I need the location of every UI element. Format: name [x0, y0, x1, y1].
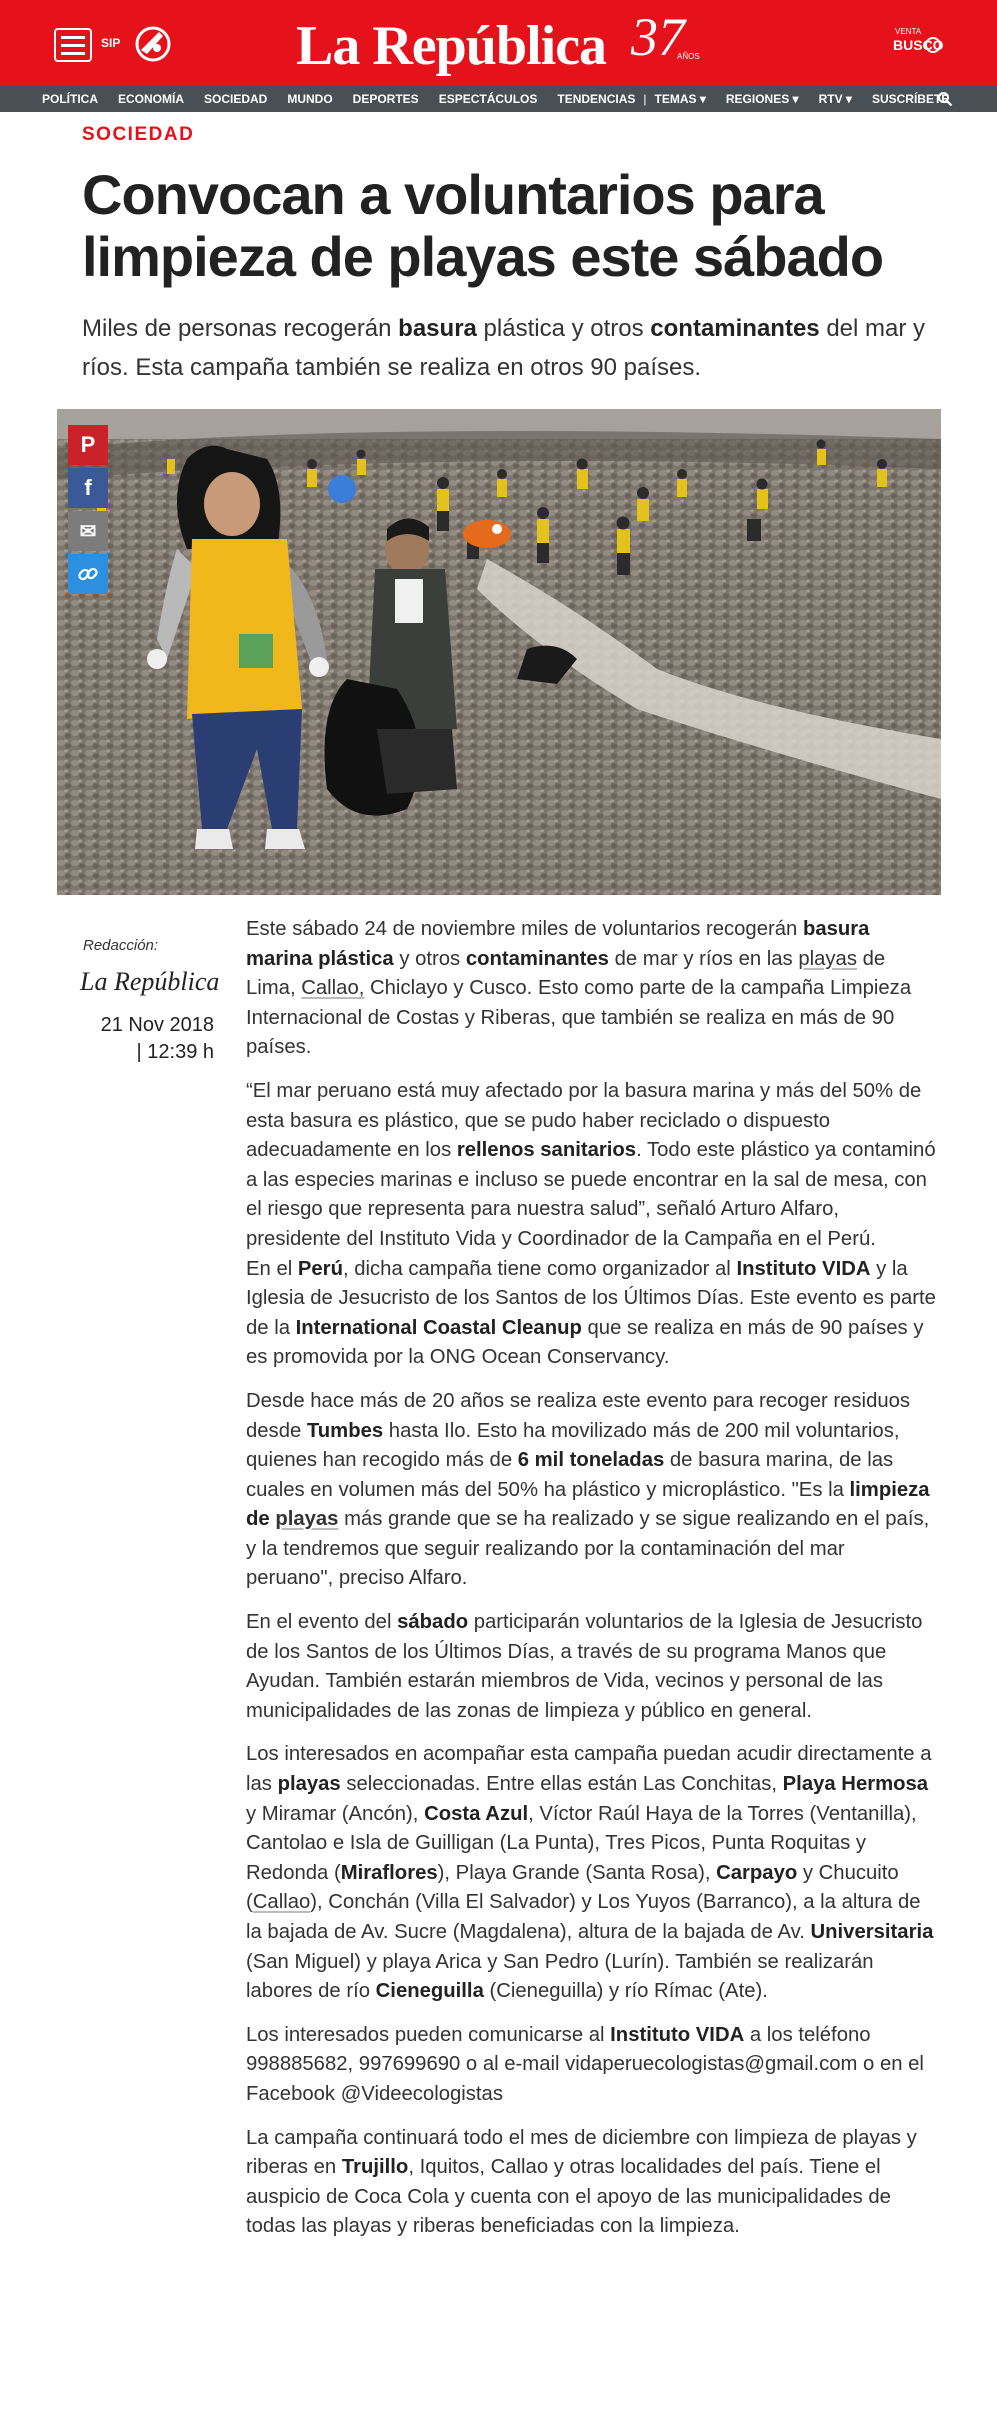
- publish-date: 21 Nov 2018: [100, 1014, 214, 1036]
- busco-small: VENTA: [895, 27, 922, 36]
- byline-author[interactable]: La República: [80, 967, 219, 997]
- article-title: Convocan a voluntarios para limpieza de …: [82, 163, 884, 288]
- nav-separator: |: [643, 92, 647, 106]
- nav-item-sociedad[interactable]: SOCIEDAD: [204, 92, 267, 106]
- paragraph-2: “El mar peruano está muy afectado por la…: [246, 1079, 936, 1250]
- callao-link-2[interactable]: Callao: [253, 1891, 311, 1913]
- paragraph-8: La campaña continuará todo el mes de dic…: [246, 2126, 917, 2238]
- paragraph-4: Desde hace más de 20 años se realiza est…: [246, 1389, 930, 1590]
- callao-link[interactable]: Callao,: [301, 977, 364, 999]
- site-logo[interactable]: La República: [296, 14, 607, 78]
- paragraph-5: En el evento del sábado participarán vol…: [246, 1611, 923, 1722]
- search-icon[interactable]: [937, 91, 953, 107]
- nav-item-politica[interactable]: POLÍTICA: [42, 92, 98, 106]
- playas-link-2[interactable]: playas: [275, 1508, 338, 1530]
- main-nav: POLÍTICA ECONOMÍA SOCIEDAD MUNDO DEPORTE…: [0, 86, 997, 112]
- busco-search-icon: [925, 37, 941, 53]
- nav-item-rtv[interactable]: RTV ▾: [819, 92, 852, 106]
- nav-item-temas[interactable]: TEMAS ▾: [655, 92, 706, 106]
- busco-logo[interactable]: VENTA BUSCO: [889, 24, 949, 62]
- hero-photo: [57, 409, 941, 895]
- section-label[interactable]: SOCIEDAD: [82, 124, 194, 146]
- pinterest-share-button[interactable]: P: [68, 425, 108, 465]
- email-icon: ✉: [79, 520, 97, 543]
- nav-item-tendencias[interactable]: TENDENCIAS: [557, 92, 635, 106]
- article-lead: Miles de personas recogerán basura plást…: [82, 315, 926, 381]
- facebook-icon: f: [84, 475, 92, 500]
- publish-time: | 12:39 h: [136, 1041, 214, 1063]
- email-share-button[interactable]: ✉: [68, 511, 108, 551]
- paragraph-3: En el Perú, dicha campaña tiene como org…: [246, 1257, 936, 1369]
- byline-label: Redacción:: [83, 937, 159, 954]
- hamburger-menu-button[interactable]: [54, 28, 92, 62]
- anniversary-label: AÑOS: [677, 52, 700, 61]
- article-body: Este sábado 24 de noviembre miles de vol…: [246, 915, 936, 2256]
- nav-item-economia[interactable]: ECONOMÍA: [118, 92, 184, 106]
- playas-link[interactable]: playas: [798, 948, 857, 970]
- pinterest-icon: P: [80, 432, 96, 457]
- paragraph-7: Los interesados pueden comunicarse al In…: [246, 2023, 924, 2105]
- emblem-icon[interactable]: [133, 24, 173, 64]
- site-header: SIP La República 37 AÑOS VENTA BUSCO: [0, 0, 997, 86]
- paragraph-6: Los interesados en acompañar esta campañ…: [246, 1743, 934, 2003]
- nav-item-deportes[interactable]: DEPORTES: [353, 92, 419, 106]
- link-icon: [78, 567, 98, 581]
- copy-link-button[interactable]: [68, 554, 108, 594]
- nav-item-espectaculos[interactable]: ESPECTÁCULOS: [439, 92, 538, 106]
- nav-item-regiones[interactable]: REGIONES ▾: [726, 92, 799, 106]
- facebook-share-button[interactable]: f: [68, 468, 108, 508]
- nav-item-mundo[interactable]: MUNDO: [287, 92, 332, 106]
- paragraph-1: Este sábado 24 de noviembre miles de vol…: [246, 918, 912, 1059]
- sip-link[interactable]: SIP: [101, 36, 120, 50]
